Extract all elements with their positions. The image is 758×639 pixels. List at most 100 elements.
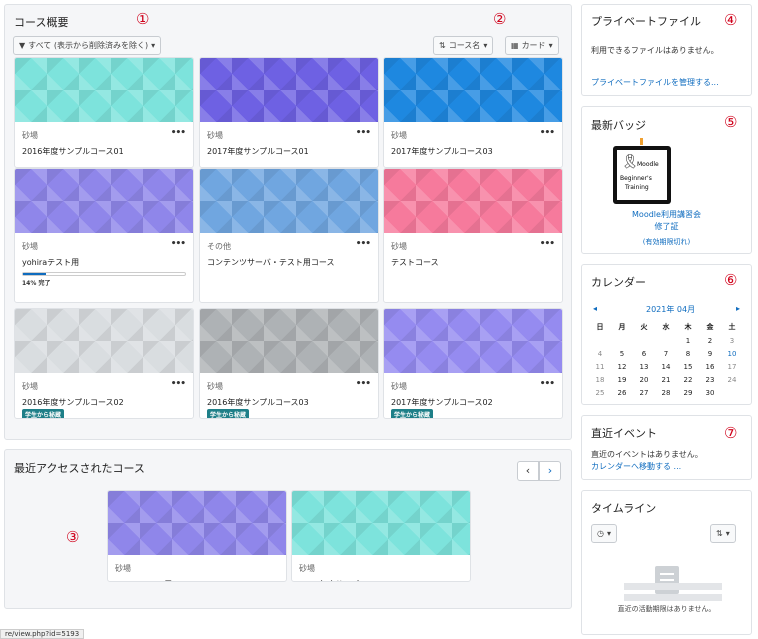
course-menu-icon[interactable]: ••• [171,379,186,389]
course-card[interactable]: 砂場 2016年度サンプルコース01 [291,490,471,582]
calendar-weekday: 日 [596,323,604,331]
course-image[interactable] [200,58,378,122]
course-name[interactable]: 2017年度サンプルコース01 [207,146,309,157]
course-card[interactable]: その他 ••• コンテンツサーバ・テスト用コース [199,168,379,303]
course-menu-icon[interactable]: ••• [540,128,555,138]
calendar-day[interactable]: 14 [655,360,677,373]
timeline-filter-dropdown[interactable]: ◷ ▾ [591,524,617,543]
course-name[interactable]: 2016年度サンプルコース01 [22,146,124,157]
course-name[interactable]: 2016年度サンプルコース02 [22,397,124,408]
calendar-day[interactable]: 29 [677,386,699,399]
calendar-day[interactable]: 24 [721,373,743,386]
calendar-day[interactable]: 8 [677,347,699,360]
course-category: 砂場 [299,564,315,573]
calendar-day[interactable]: 15 [677,360,699,373]
course-image[interactable] [384,309,562,373]
calendar-day[interactable]: 25 [589,386,611,399]
course-image[interactable] [384,169,562,233]
calendar-day[interactable]: 4 [589,347,611,360]
progress-label: 14% 完了 [22,280,51,287]
course-name[interactable]: 2016年度サンプルコース01 [299,579,401,581]
chevron-down-icon: ▾ [151,41,156,50]
prev-button[interactable]: ‹ [517,461,539,481]
badge-name[interactable]: Moodle利用講習会 [582,209,751,220]
course-name[interactable]: yohiraテスト用 [115,579,172,581]
calendar-day[interactable]: 23 [699,373,721,386]
course-image[interactable] [292,491,470,555]
course-image[interactable] [15,169,193,233]
filter-dropdown[interactable]: ▼ すべて (表示から削除済みを除く) ▾ [13,36,162,55]
course-image[interactable] [384,58,562,122]
calendar-day[interactable]: 20 [633,373,655,386]
course-card[interactable]: 砂場 ••• 2016年度サンプルコース01 [14,57,194,168]
calendar-day[interactable]: 3 [721,334,743,347]
course-name[interactable]: コンテンツサーバ・テスト用コース [207,257,335,268]
calendar-day[interactable]: 5 [611,347,633,360]
course-card[interactable]: 砂場 ••• 2017年度サンプルコース02 学生から秘蔵 [383,308,563,419]
goto-calendar-link[interactable]: カレンダーへ移動する ... [591,461,681,472]
calendar-day[interactable]: 27 [633,386,655,399]
course-name[interactable]: yohiraテスト用 [22,257,79,268]
course-category: 砂場 [22,131,38,140]
next-month-arrow[interactable]: ▸ [736,304,740,313]
calendar-day[interactable]: 7 [655,347,677,360]
course-card[interactable]: 砂場 ••• テストコース [383,168,563,303]
course-category: 砂場 [391,242,407,251]
calendar-day[interactable]: 2 [699,334,721,347]
calendar-day[interactable]: 21 [655,373,677,386]
calendar-day[interactable]: 19 [611,373,633,386]
calendar-day[interactable]: 26 [611,386,633,399]
calendar-day[interactable]: 18 [589,373,611,386]
course-menu-icon[interactable]: ••• [540,379,555,389]
course-category: その他 [207,242,231,251]
calendar-day[interactable]: 1 [677,334,699,347]
calendar-day[interactable]: 22 [677,373,699,386]
next-button[interactable]: › [539,461,561,481]
calendar-day[interactable]: 6 [633,347,655,360]
badge-image[interactable]: 🎗 Moodle Beginner's Training [613,146,671,204]
course-image[interactable] [108,491,286,555]
course-name[interactable]: 2016年度サンプルコース03 [207,397,309,408]
course-card[interactable]: 砂場 ••• 2017年度サンプルコース03 [383,57,563,168]
course-image[interactable] [200,169,378,233]
prev-month-arrow[interactable]: ◂ [593,304,597,313]
calendar-weekday: 金 [706,323,714,331]
calendar-day[interactable]: 10 [721,347,743,360]
calendar-day[interactable]: 9 [699,347,721,360]
course-menu-icon[interactable]: ••• [356,239,371,249]
course-card[interactable]: 砂場 ••• 2016年度サンプルコース03 学生から秘蔵 [199,308,379,419]
course-menu-icon[interactable]: ••• [540,239,555,249]
course-image[interactable] [15,309,193,373]
course-name[interactable]: 2017年度サンプルコース02 [391,397,493,408]
course-overview-panel: コース概要 ▼ すべて (表示から削除済みを除く) ▾ ⇅ コース名 ▾ ▦ カ… [4,4,572,440]
timeline-sort-dropdown[interactable]: ⇅ ▾ [710,524,736,543]
calendar-day[interactable]: 17 [721,360,743,373]
course-card[interactable]: 砂場 yohiraテスト用 [107,490,287,582]
course-category: 砂場 [391,131,407,140]
course-image[interactable] [200,309,378,373]
sort-icon: ⇅ [439,41,446,50]
calendar-day[interactable]: 11 [589,360,611,373]
course-name[interactable]: テストコース [391,257,439,268]
course-image[interactable] [15,58,193,122]
calendar-day[interactable]: 28 [655,386,677,399]
sort-dropdown[interactable]: ⇅ コース名 ▾ [433,36,494,55]
calendar-day[interactable]: 16 [699,360,721,373]
course-card[interactable]: 砂場 ••• 2017年度サンプルコース01 [199,57,379,168]
course-category: 砂場 [115,564,131,573]
course-card[interactable]: 砂場 ••• 2016年度サンプルコース02 学生から秘蔵 [14,308,194,419]
course-menu-icon[interactable]: ••• [356,128,371,138]
manage-private-files-link[interactable]: プライベートファイルを管理する... [591,77,719,88]
view-dropdown[interactable]: ▦ カード ▾ [505,36,559,55]
course-menu-icon[interactable]: ••• [356,379,371,389]
calendar-day[interactable]: 30 [699,386,721,399]
course-menu-icon[interactable]: ••• [171,239,186,249]
calendar-day [589,334,611,347]
calendar-day[interactable]: 13 [633,360,655,373]
placeholder-bar-2 [624,594,722,601]
course-menu-icon[interactable]: ••• [171,128,186,138]
calendar-day[interactable]: 12 [611,360,633,373]
course-card[interactable]: 砂場 ••• yohiraテスト用 14% 完了 [14,168,194,303]
course-name[interactable]: 2017年度サンプルコース03 [391,146,493,157]
badge-name-2[interactable]: 修了証 [582,221,751,232]
